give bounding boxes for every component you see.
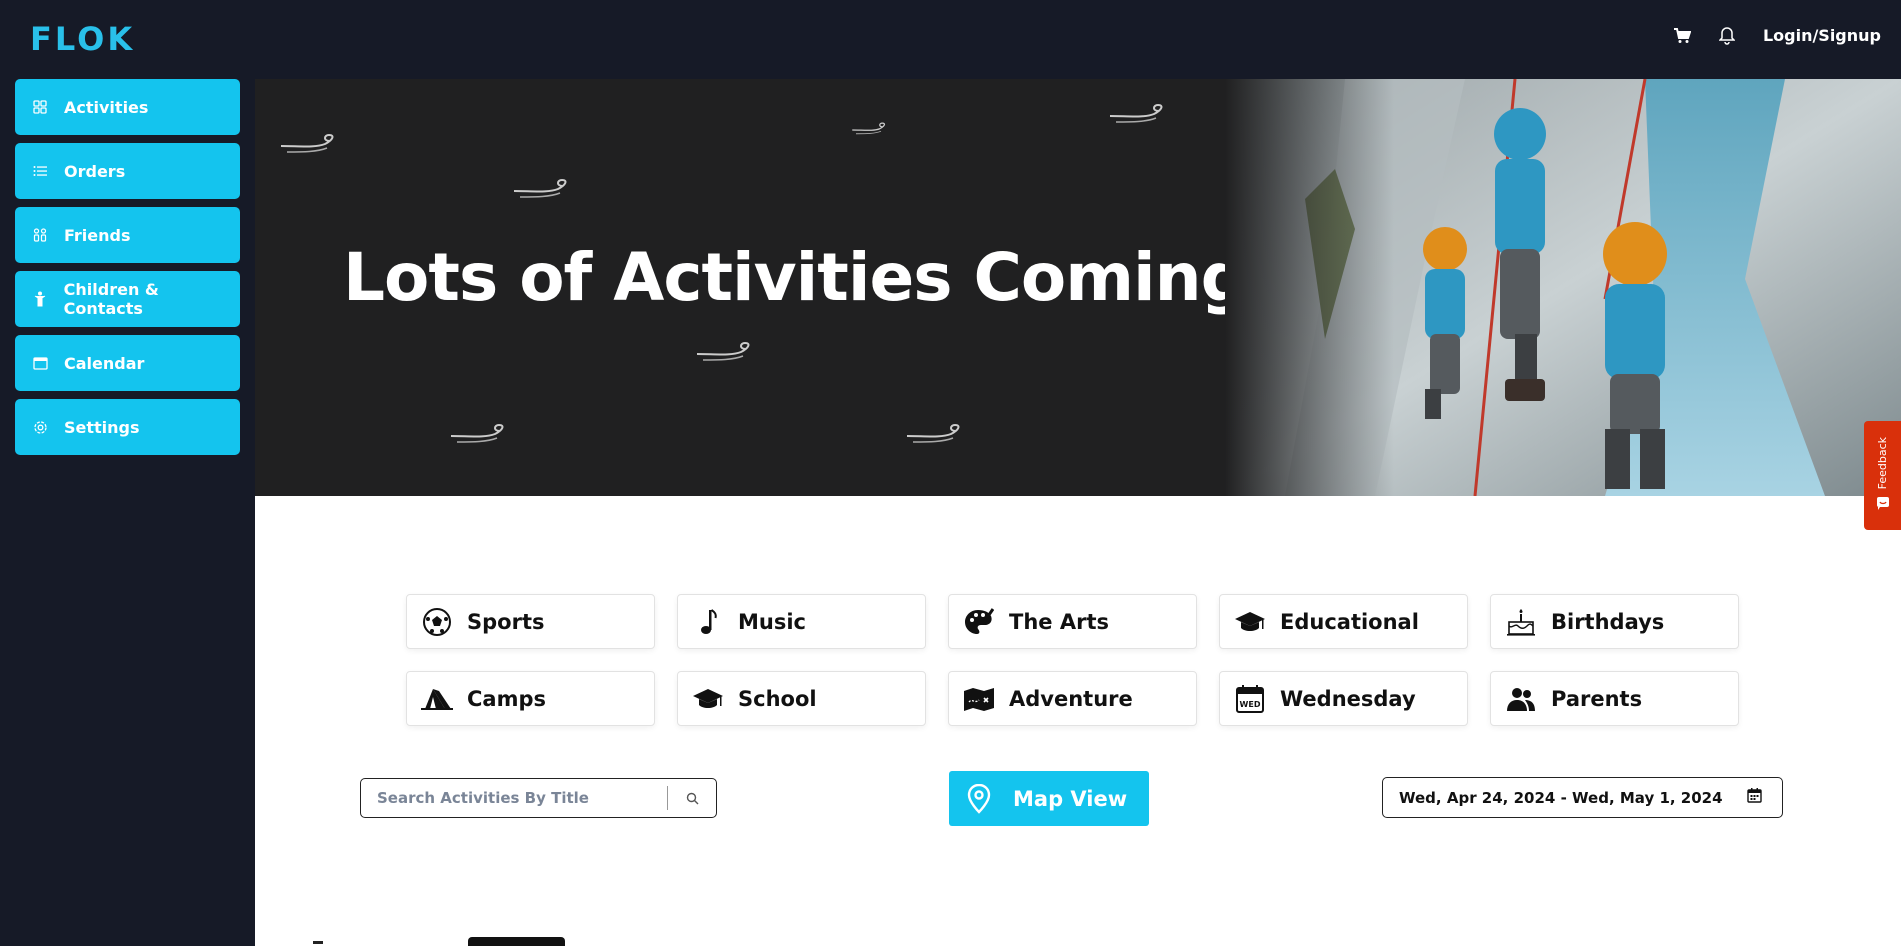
climbing-kids-illustration (1225, 79, 1901, 496)
date-range-picker[interactable]: Wed, Apr 24, 2024 - Wed, May 1, 2024 (1382, 777, 1783, 818)
parents-icon (1505, 683, 1537, 715)
wind-swirl-icon (852, 122, 886, 135)
music-note-icon (692, 606, 724, 638)
wind-swirl-icon (513, 179, 567, 198)
search-input[interactable] (361, 779, 667, 817)
feedback-label: Feedback (1876, 436, 1889, 490)
category-wednesday[interactable]: WED Wednesday (1219, 671, 1468, 726)
category-camps[interactable]: Camps (406, 671, 655, 726)
wind-swirl-icon (696, 342, 750, 361)
category-label: School (738, 686, 817, 711)
flok-logo[interactable]: FLOK (30, 20, 135, 58)
birthday-cake-icon (1505, 606, 1537, 638)
category-label: Birthdays (1551, 609, 1665, 634)
category-label: Adventure (1009, 686, 1133, 711)
category-label: Sports (467, 609, 545, 634)
sidebar-item-children-contacts[interactable]: Children & Contacts (15, 271, 240, 327)
category-parents[interactable]: Parents (1490, 671, 1739, 726)
sidebar-item-calendar[interactable]: Calendar (15, 335, 240, 391)
map-view-label: Map View (1013, 786, 1128, 811)
sidebar-item-label: Children & Contacts (63, 280, 159, 318)
calendar-wed-icon: WED (1234, 683, 1266, 715)
sidebar-item-friends[interactable]: Friends (15, 207, 240, 263)
partial-content-mark (313, 941, 323, 944)
child-icon (32, 291, 48, 307)
sidebar-item-label: Friends (64, 225, 131, 245)
school-cap-icon (692, 683, 724, 715)
sidebar-item-settings[interactable]: Settings (15, 399, 240, 455)
category-adventure[interactable]: Adventure (948, 671, 1197, 726)
category-music[interactable]: Music (677, 594, 926, 649)
graduation-cap-icon (1234, 606, 1266, 638)
category-grid: Sports Music The Arts Educational Birthd… (406, 594, 1739, 726)
sidebar-item-label: Calendar (64, 353, 145, 373)
category-label: The Arts (1009, 609, 1109, 634)
svg-text:WED: WED (1240, 700, 1261, 709)
wind-swirl-icon (906, 424, 960, 443)
top-bar: FLOK Login/Signup (0, 0, 1901, 79)
grid-icon (32, 99, 48, 115)
gear-icon (32, 419, 48, 435)
category-the-arts[interactable]: The Arts (948, 594, 1197, 649)
search-box (360, 778, 717, 818)
top-actions: Login/Signup (1673, 26, 1881, 45)
calendar-icon (32, 355, 48, 371)
map-pin-icon (967, 783, 991, 814)
sidebar-item-orders[interactable]: Orders (15, 143, 240, 199)
login-signup-link[interactable]: Login/Signup (1763, 26, 1881, 45)
search-icon[interactable] (668, 792, 716, 805)
bell-icon[interactable] (1718, 26, 1735, 45)
calendar-icon[interactable] (1747, 788, 1762, 807)
friends-icon (32, 227, 48, 243)
main-content: Lots of Activities Coming Soon Sports Mu… (255, 79, 1901, 946)
wind-swirl-icon (450, 424, 504, 443)
feedback-icon (1876, 495, 1890, 514)
category-label: Camps (467, 686, 546, 711)
cart-icon[interactable] (1673, 27, 1691, 44)
sidebar-item-activities[interactable]: Activities (15, 79, 240, 135)
category-label: Educational (1280, 609, 1419, 634)
sidebar-item-label: Settings (64, 417, 140, 437)
map-icon (963, 683, 995, 715)
category-birthdays[interactable]: Birthdays (1490, 594, 1739, 649)
category-school[interactable]: School (677, 671, 926, 726)
sidebar: Activities Orders Friends Children & Con… (0, 79, 255, 946)
category-educational[interactable]: Educational (1219, 594, 1468, 649)
category-label: Parents (1551, 686, 1643, 711)
hero-banner: Lots of Activities Coming Soon (255, 79, 1901, 496)
sidebar-item-label: Orders (64, 161, 126, 181)
map-view-button[interactable]: Map View (949, 771, 1149, 826)
wind-swirl-icon (280, 134, 334, 153)
palette-icon (963, 606, 995, 638)
tent-icon (421, 683, 453, 715)
wind-swirl-icon (1109, 104, 1163, 123)
partial-tab[interactable] (468, 937, 565, 946)
feedback-tab[interactable]: Feedback (1864, 421, 1901, 530)
sidebar-item-label: Activities (64, 97, 149, 117)
category-label: Wednesday (1280, 686, 1416, 711)
category-label: Music (738, 609, 806, 634)
date-range-value: Wed, Apr 24, 2024 - Wed, May 1, 2024 (1399, 788, 1723, 807)
list-icon (32, 163, 48, 179)
category-sports[interactable]: Sports (406, 594, 655, 649)
soccer-ball-icon (421, 606, 453, 638)
